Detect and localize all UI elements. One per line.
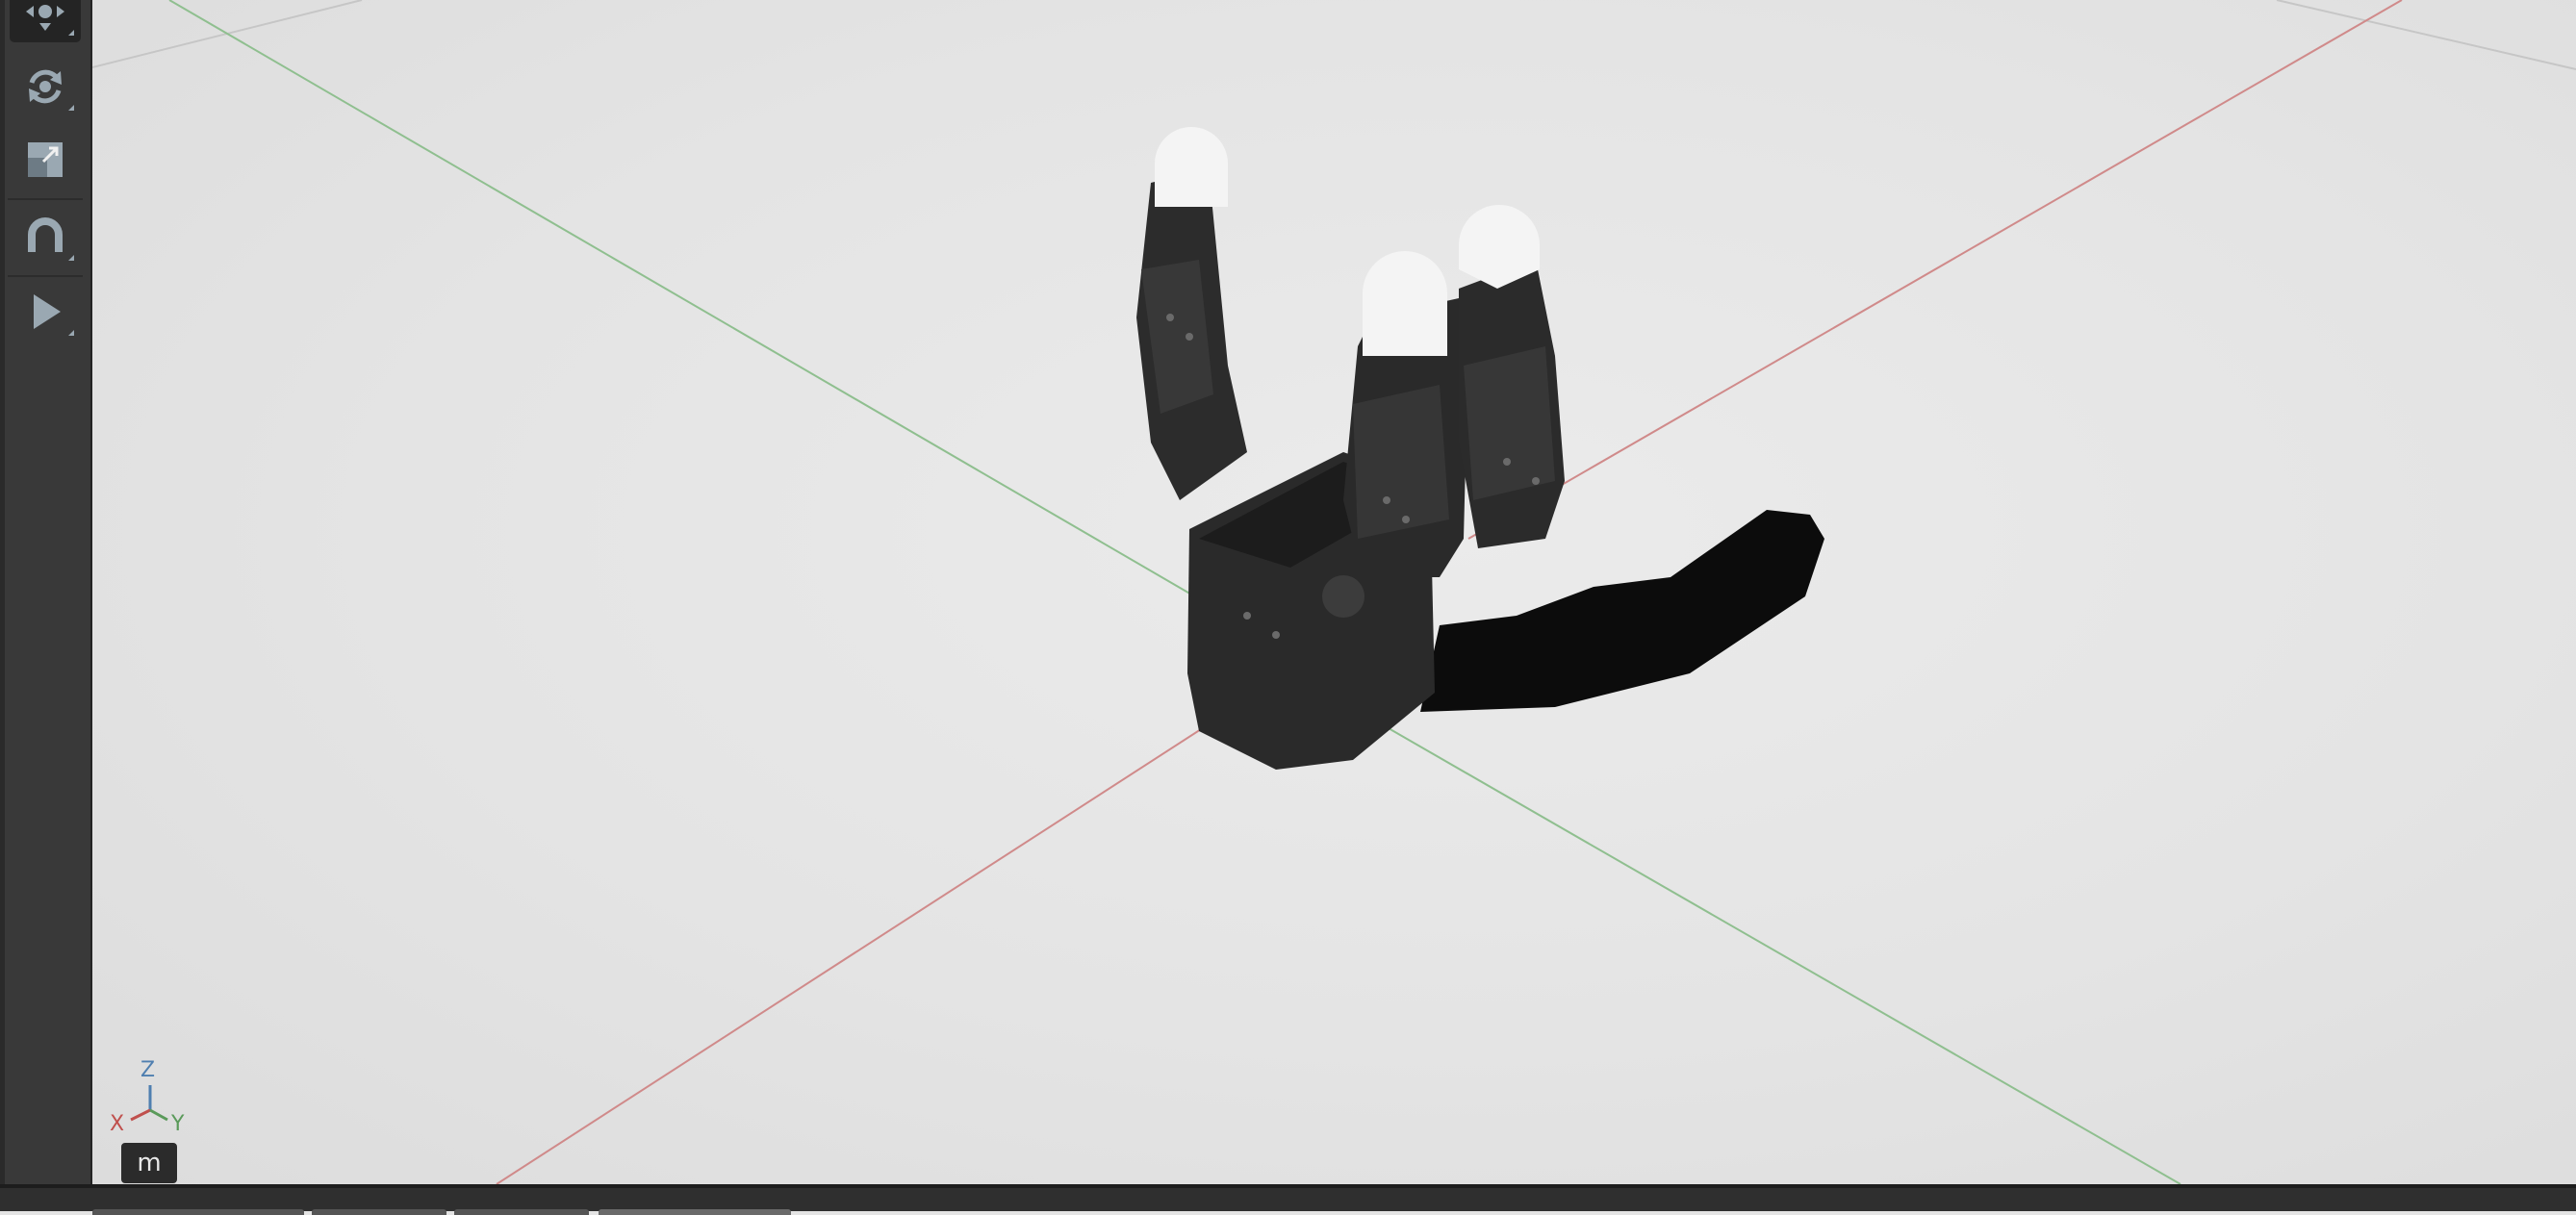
viewport-scene[interactable] bbox=[92, 0, 2576, 1184]
y-axis-line bbox=[1342, 701, 2181, 1184]
tool-options-indicator bbox=[68, 255, 74, 261]
snap-tool-button[interactable] bbox=[10, 206, 81, 267]
bottom-tab[interactable] bbox=[599, 1209, 791, 1215]
tool-options-indicator bbox=[68, 30, 74, 36]
editor-window: Z X Y m bbox=[0, 0, 2576, 1215]
play-tool-button[interactable] bbox=[10, 281, 81, 342]
toolbar-edge bbox=[0, 0, 5, 1211]
move-arrows-icon bbox=[26, 5, 64, 31]
axis-gizmo: Z X Y bbox=[108, 1058, 194, 1145]
left-fingertip bbox=[1155, 127, 1228, 207]
bottom-tab[interactable] bbox=[454, 1209, 589, 1215]
middle-fingertip bbox=[1363, 251, 1447, 356]
y-axis-line bbox=[168, 0, 1229, 617]
units-indicator[interactable]: m bbox=[121, 1143, 177, 1183]
tool-options-indicator bbox=[68, 330, 74, 336]
play-icon bbox=[34, 294, 61, 329]
left-toolbar bbox=[0, 0, 92, 1211]
robotic-hand-model[interactable] bbox=[1136, 127, 1824, 770]
x-axis-line bbox=[496, 711, 1229, 1184]
z-axis-label: Z bbox=[140, 1058, 156, 1082]
rotate-tool-button[interactable] bbox=[10, 56, 81, 117]
bottom-tab[interactable] bbox=[312, 1209, 446, 1215]
grid-line bbox=[2276, 0, 2576, 70]
move-tool-button[interactable] bbox=[10, 0, 81, 42]
toolbar-separator bbox=[8, 198, 83, 200]
x-axis-line bbox=[1467, 0, 2403, 540]
tool-options-indicator bbox=[68, 105, 74, 111]
scale-icon bbox=[28, 142, 63, 177]
scale-tool-button[interactable] bbox=[10, 129, 81, 190]
x-axis-label: X bbox=[110, 1112, 125, 1136]
magnet-icon bbox=[28, 217, 63, 252]
rotate-icon bbox=[29, 69, 62, 104]
bottom-panel-bar bbox=[0, 1184, 2576, 1215]
3d-viewport[interactable]: Z X Y m bbox=[92, 0, 2576, 1184]
bottom-tab[interactable] bbox=[92, 1209, 304, 1215]
toolbar-separator bbox=[8, 275, 83, 277]
y-axis-label: Y bbox=[171, 1112, 185, 1136]
